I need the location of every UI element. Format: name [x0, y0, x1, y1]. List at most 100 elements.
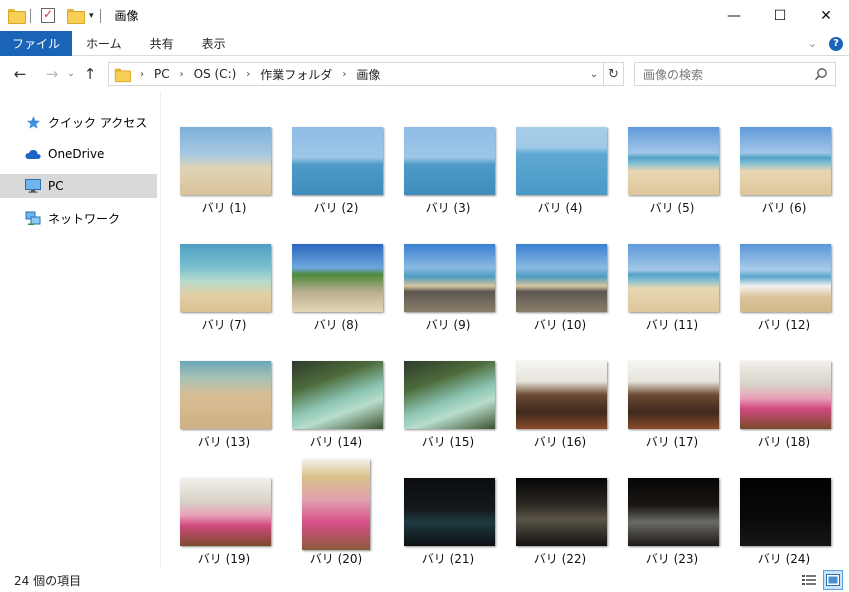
- quick-access-toolbar: ▾: [0, 0, 107, 31]
- image-thumbnail: [516, 361, 607, 429]
- large-icons-view-button[interactable]: [823, 570, 843, 590]
- refresh-button[interactable]: ↻: [604, 62, 624, 86]
- image-thumbnail: [740, 244, 831, 312]
- image-thumbnail: [292, 361, 383, 429]
- file-item[interactable]: バリ (13): [172, 354, 276, 462]
- file-item[interactable]: バリ (9): [396, 237, 500, 345]
- file-name: バリ (14): [309, 435, 363, 449]
- file-item[interactable]: バリ (19): [172, 471, 276, 579]
- file-name: バリ (2): [313, 201, 359, 215]
- file-name: バリ (19): [197, 552, 251, 566]
- image-thumbnail: [404, 244, 495, 312]
- image-thumbnail: [180, 478, 271, 546]
- properties-icon[interactable]: [41, 7, 55, 23]
- file-item[interactable]: バリ (17): [620, 354, 724, 462]
- details-view-icon: [802, 575, 816, 585]
- file-name: バリ (1): [201, 201, 247, 215]
- sidebar-item-quick-access[interactable]: クイック アクセス: [0, 110, 157, 134]
- address-bar[interactable]: › PC › OS (C:) › 作業フォルダ › 画像 ⌄: [108, 62, 604, 86]
- window-title: 画像: [114, 9, 139, 23]
- toolbar-separator: [99, 8, 101, 23]
- sidebar-item-label: クイック アクセス: [48, 115, 148, 130]
- file-item[interactable]: バリ (3): [396, 120, 500, 228]
- folder-icon: [8, 9, 26, 24]
- help-icon[interactable]: ?: [829, 36, 843, 51]
- file-item[interactable]: バリ (12): [732, 237, 836, 345]
- forward-button[interactable]: →: [40, 65, 64, 83]
- image-thumbnail: [516, 244, 607, 312]
- item-count: 24 個の項目: [14, 573, 82, 588]
- file-item[interactable]: バリ (21): [396, 471, 500, 579]
- image-thumbnail: [404, 478, 495, 546]
- sidebar-item-label: PC: [48, 179, 64, 193]
- file-item[interactable]: バリ (4): [508, 120, 612, 228]
- image-thumbnail: [516, 127, 607, 195]
- maximize-button[interactable]: ☐: [757, 0, 803, 31]
- image-thumbnail: [404, 127, 495, 195]
- close-button[interactable]: ✕: [803, 0, 849, 31]
- file-name: バリ (13): [197, 435, 251, 449]
- large-icons-view-icon: [826, 574, 840, 586]
- minimize-button[interactable]: —: [711, 0, 757, 31]
- image-thumbnail: [516, 478, 607, 546]
- file-name: バリ (10): [533, 318, 587, 332]
- breadcrumb-images[interactable]: 画像: [356, 66, 380, 83]
- toolbar-separator: [30, 8, 31, 23]
- file-name: バリ (17): [645, 435, 699, 449]
- back-button[interactable]: ←: [8, 65, 32, 83]
- image-thumbnail: [628, 244, 719, 312]
- file-item[interactable]: バリ (15): [396, 354, 500, 462]
- breadcrumb-work-folder[interactable]: 作業フォルダ: [260, 66, 332, 83]
- file-item[interactable]: バリ (20): [284, 459, 388, 579]
- file-item[interactable]: バリ (2): [284, 120, 388, 228]
- breadcrumb-pc[interactable]: PC: [154, 67, 170, 81]
- image-thumbnail: [628, 478, 719, 546]
- title-bar: ▾ 画像 — ☐ ✕: [0, 0, 849, 31]
- file-item[interactable]: バリ (22): [508, 471, 612, 579]
- status-bar: 24 個の項目: [0, 568, 849, 592]
- tab-view[interactable]: 表示: [188, 31, 240, 56]
- up-button[interactable]: ↑: [78, 65, 102, 83]
- breadcrumb-drive[interactable]: OS (C:): [194, 67, 237, 81]
- tab-home[interactable]: ホーム: [72, 31, 136, 56]
- image-thumbnail: [740, 361, 831, 429]
- file-item[interactable]: バリ (1): [172, 120, 276, 228]
- expand-ribbon-icon[interactable]: ⌄: [808, 37, 817, 50]
- file-name: バリ (6): [761, 201, 807, 215]
- sidebar-item-pc[interactable]: PC: [0, 174, 157, 198]
- file-item[interactable]: バリ (8): [284, 237, 388, 345]
- file-name: バリ (22): [533, 552, 587, 566]
- tab-share[interactable]: 共有: [136, 31, 188, 56]
- file-item[interactable]: バリ (10): [508, 237, 612, 345]
- file-name: バリ (3): [425, 201, 471, 215]
- sidebar-item-network[interactable]: ネットワーク: [0, 206, 157, 230]
- recent-locations-button[interactable]: ⌄: [64, 69, 78, 79]
- file-name: バリ (24): [757, 552, 811, 566]
- details-view-button[interactable]: [799, 570, 819, 590]
- file-item[interactable]: バリ (5): [620, 120, 724, 228]
- file-item[interactable]: バリ (11): [620, 237, 724, 345]
- file-item[interactable]: バリ (6): [732, 120, 836, 228]
- file-item[interactable]: バリ (16): [508, 354, 612, 462]
- search-icon[interactable]: [814, 67, 828, 81]
- cloud-icon: [25, 146, 41, 162]
- ribbon-tabs: ファイル ホーム 共有 表示 ⌄ ?: [0, 30, 849, 56]
- search-box[interactable]: 画像の検索: [634, 62, 836, 86]
- folder-icon: [114, 68, 131, 82]
- file-item[interactable]: バリ (7): [172, 237, 276, 345]
- star-icon: [25, 114, 41, 130]
- file-name: バリ (8): [313, 318, 359, 332]
- sidebar-item-onedrive[interactable]: OneDrive: [0, 142, 157, 166]
- new-folder-icon[interactable]: [67, 9, 85, 24]
- tab-file[interactable]: ファイル: [0, 30, 73, 56]
- address-dropdown-button[interactable]: ⌄: [585, 63, 603, 85]
- sidebar-item-label: ネットワーク: [48, 211, 121, 226]
- file-item[interactable]: バリ (18): [732, 354, 836, 462]
- file-item[interactable]: バリ (24): [732, 471, 836, 579]
- file-name: バリ (11): [645, 318, 699, 332]
- search-input[interactable]: 画像の検索: [643, 66, 703, 83]
- file-item[interactable]: バリ (14): [284, 354, 388, 462]
- file-name: バリ (21): [421, 552, 475, 566]
- file-item[interactable]: バリ (23): [620, 471, 724, 579]
- customize-toolbar-icon[interactable]: ▾: [89, 11, 94, 21]
